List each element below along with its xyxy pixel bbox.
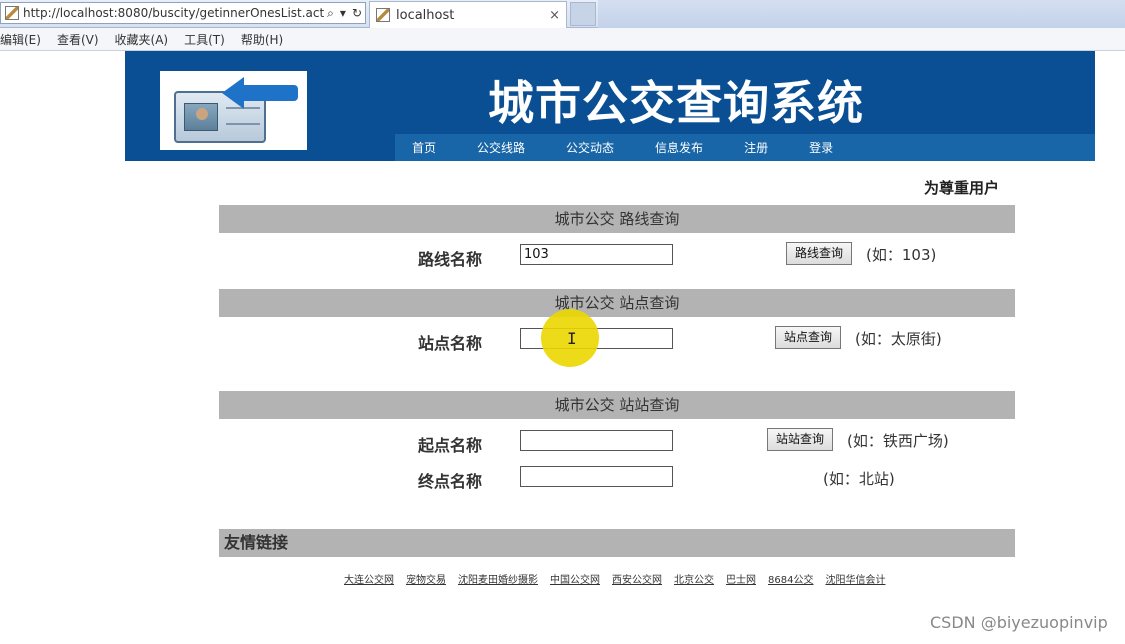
tab-strip-empty <box>598 0 1125 28</box>
menu-tools[interactable]: 工具(T) <box>184 31 225 48</box>
start-station-hint: (如：铁西广场) <box>847 432 949 450</box>
friend-link[interactable]: 沈阳华信会计 <box>825 571 885 586</box>
friend-link[interactable]: 北京公交 <box>674 571 714 586</box>
nav-bus-news[interactable]: 公交动态 <box>566 139 614 156</box>
address-bar[interactable]: http://localhost:8080/buscity/getinnerOn… <box>0 2 366 24</box>
nav-bus-routes[interactable]: 公交线路 <box>477 139 525 156</box>
route-name-input[interactable] <box>520 244 673 265</box>
transfer-query-button[interactable]: 站站查询 <box>767 428 834 451</box>
portrait-icon <box>184 103 218 131</box>
menu-view[interactable]: 查看(V) <box>57 31 99 48</box>
friend-link[interactable]: 巴士网 <box>726 571 756 586</box>
search-icon[interactable]: ⌕ <box>324 6 337 21</box>
dropdown-icon[interactable]: ▾ <box>337 6 349 20</box>
nav-register[interactable]: 注册 <box>744 139 768 156</box>
friend-link[interactable]: 大连公交网 <box>344 571 394 586</box>
nav-home[interactable]: 首页 <box>412 139 436 156</box>
route-query-hint: (如：103) <box>866 246 937 264</box>
tab-title: localhost <box>396 7 455 23</box>
friend-link[interactable]: 中国公交网 <box>550 571 600 586</box>
friend-links-header: 友情链接 <box>219 529 1015 557</box>
menu-edit[interactable]: 编辑(E) <box>0 31 41 48</box>
text-cursor-icon: I <box>567 329 577 348</box>
nav-login[interactable]: 登录 <box>809 139 833 156</box>
web-page: 城市公交查询系统 首页 公交线路 公交动态 信息发布 注册 登录 为尊重用户 城… <box>0 51 1125 644</box>
site-header: 城市公交查询系统 首页 公交线路 公交动态 信息发布 注册 登录 <box>125 51 1095 161</box>
menu-favorites[interactable]: 收藏夹(A) <box>115 31 169 48</box>
browser-toolbar: http://localhost:8080/buscity/getinnerOn… <box>0 0 1125 28</box>
site-title: 城市公交查询系统 <box>488 76 864 130</box>
close-tab-icon[interactable]: × <box>549 8 560 23</box>
friend-link[interactable]: 宠物交易 <box>406 571 446 586</box>
csdn-watermark: CSDN @biyezuopinvip <box>930 613 1108 632</box>
transfer-query-header: 城市公交 站站查询 <box>219 391 1015 419</box>
route-query-header: 城市公交 路线查询 <box>219 205 1015 233</box>
friend-link[interactable]: 西安公交网 <box>612 571 662 586</box>
route-name-label: 路线名称 <box>418 250 483 269</box>
browser-tab[interactable]: localhost × <box>369 1 567 28</box>
station-query-button[interactable]: 站点查询 <box>775 326 842 349</box>
station-query-hint: (如：太原街) <box>855 330 942 348</box>
station-query-header: 城市公交 站点查询 <box>219 289 1015 317</box>
refresh-icon[interactable]: ↻ <box>349 6 365 20</box>
route-query-button[interactable]: 路线查询 <box>786 242 853 265</box>
friend-links-list: 大连公交网 宠物交易 沈阳麦田婚纱摄影 中国公交网 西安公交网 北京公交 巴士网… <box>338 571 891 586</box>
friend-link[interactable]: 8684公交 <box>768 571 813 586</box>
start-station-input[interactable] <box>520 430 673 451</box>
page-favicon-icon <box>5 6 19 20</box>
site-logo <box>160 71 307 150</box>
friend-link[interactable]: 沈阳麦田婚纱摄影 <box>458 571 538 586</box>
end-station-input[interactable] <box>520 466 673 487</box>
end-station-label: 终点名称 <box>418 472 483 491</box>
nav-info-publish[interactable]: 信息发布 <box>655 139 703 156</box>
menu-help[interactable]: 帮助(H) <box>241 31 283 48</box>
menu-bar: 编辑(E) 查看(V) 收藏夹(A) 工具(T) 帮助(H) <box>0 28 1125 51</box>
end-station-hint: (如：北站) <box>823 470 895 488</box>
tab-favicon-icon <box>376 8 390 22</box>
text-lines-icon <box>226 107 260 125</box>
address-url[interactable]: http://localhost:8080/buscity/getinnerOn… <box>23 6 324 20</box>
main-nav: 首页 公交线路 公交动态 信息发布 注册 登录 <box>395 134 1095 161</box>
station-name-label: 站点名称 <box>418 334 483 353</box>
user-greeting: 为尊重用户 <box>924 179 1000 197</box>
start-station-label: 起点名称 <box>418 436 483 455</box>
arrow-shaft-icon <box>242 85 298 101</box>
arrow-left-icon <box>222 77 244 109</box>
new-tab-button[interactable] <box>570 2 596 26</box>
